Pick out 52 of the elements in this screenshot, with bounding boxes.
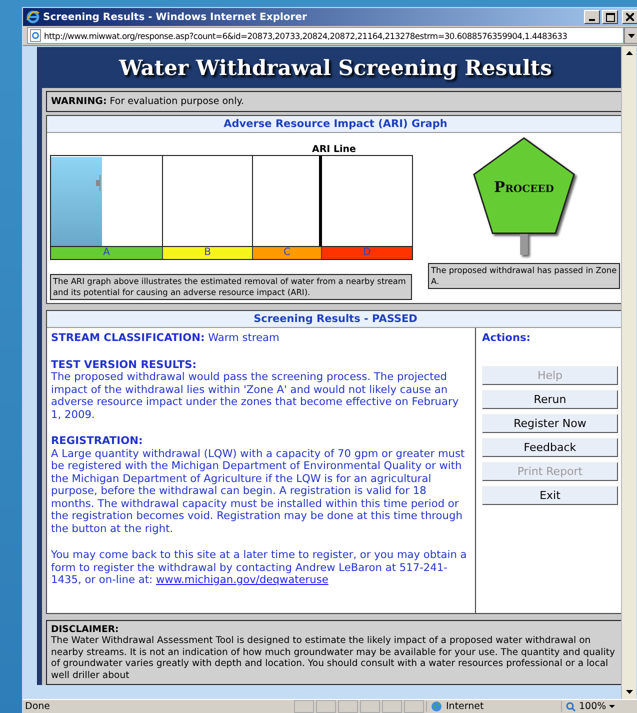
status-pane — [294, 700, 314, 713]
registration-paragraph: A Large quantity withdrawal (LQW) with a capacity of 70 gpm or greater must be registered with the Michigan Department of Environmental Quality or with the Michigan Department of Agriculture if the LQW is for an agricultural purpose, before the withdrawal can begin. A registration is valid for 18 months. The withdrawal capacity must be installed within this time period or the registration becomes void. Registration may be done at this time through the button at the right. — [51, 448, 466, 535]
caret-icon — [609, 705, 616, 708]
zoom-control[interactable]: 100% — [561, 701, 636, 712]
stream-classification: STREAM CLASSIFICATION: Warm stream — [51, 332, 280, 344]
graph-title: Adverse Resource Impact (ARI) Graph — [47, 116, 621, 133]
down-arrow-icon — [626, 690, 632, 694]
action-button[interactable]: Rerun — [482, 390, 618, 409]
action-button[interactable]: Feedback — [482, 438, 618, 457]
maximize-button[interactable] — [602, 10, 618, 24]
warning-text: WARNING: For evaluation purpose only. — [51, 96, 244, 107]
status-pane — [338, 700, 358, 713]
maximize-icon — [606, 12, 614, 22]
zone-bar: D — [322, 247, 412, 259]
dropdown-button[interactable] — [624, 27, 637, 44]
status-pane — [404, 700, 424, 713]
zone-bar: B — [163, 247, 253, 259]
zone-bar: C — [253, 247, 322, 259]
disclaimer-heading: DISCLAIMER: — [51, 624, 120, 635]
website-link[interactable]: www.michigan.gov/deqwateruse — [156, 574, 328, 586]
zone-bar: A — [51, 247, 163, 259]
page-icon — [30, 29, 41, 42]
security-zone: Internet — [446, 701, 484, 712]
results-paragraph: The proposed withdrawal would pass the screening process. The projected impact of the withdrawal lies within 'Zone A' and would not likely cause an adverse resource impact under the zones that become effective on February 1, 2009. — [51, 371, 460, 421]
results-title: Screening Results - PASSED — [47, 311, 621, 328]
ari-line-label: ARI Line — [310, 144, 357, 155]
zone-note: The proposed withdrawal has passed in Zone A. — [428, 263, 620, 289]
status-pane — [382, 700, 402, 713]
contact-paragraph: You may come back to this site at a later time to register, or you may obtain a form to register the withdrawal by contacting Andrew LeBaron at 517-241-1435, or on-line at: www.michigan.gov/deqwateruse — [51, 549, 468, 586]
caret-icon — [628, 34, 634, 38]
page-title: Water Withdrawal Screening Results — [119, 55, 552, 80]
graph-note: The ARI graph above illustrates the estimated removal of water from a nearby stream and its potential for causing an adverse resource impact (ARI). — [50, 274, 412, 300]
action-button[interactable]: Exit — [482, 486, 618, 505]
browser-icon — [26, 10, 40, 24]
magnifier-icon — [566, 702, 576, 712]
address-field[interactable]: http://www.miwwat.org/response.asp?count=6&id=20873,20733,20824,20872,21164,213278estrm=30.6088576359904,1.4483633 — [27, 27, 624, 44]
status-text: Done — [24, 701, 51, 712]
globe-icon — [431, 701, 442, 712]
disclaimer-text: The Water Withdrawal Assessment Tool is designed to estimate the likely impact of a proposed water withdrawal on nearby streams. It is not an indication of how much groundwater may be available for your use. The quantity and quality of groundwater varies greatly with depth and location. You should consult with a water resources professional or a local well driller about — [51, 635, 616, 681]
section-heading: REGISTRATION: — [51, 435, 144, 448]
marker-icon — [96, 175, 102, 191]
action-button[interactable]: Register Now — [482, 414, 618, 433]
minimize-button[interactable] — [584, 10, 600, 24]
window-title: Screening Results - Windows Internet Explorer — [43, 12, 308, 22]
proceed-sign: Proceed — [470, 135, 578, 255]
section-heading: TEST VERSION RESULTS: — [51, 358, 198, 371]
up-arrow-icon — [626, 51, 632, 55]
close-icon — [626, 13, 634, 21]
status-pane — [316, 700, 336, 713]
status-pane — [360, 700, 380, 713]
close-button[interactable] — [622, 10, 637, 24]
actions-title: Actions: — [482, 332, 532, 344]
